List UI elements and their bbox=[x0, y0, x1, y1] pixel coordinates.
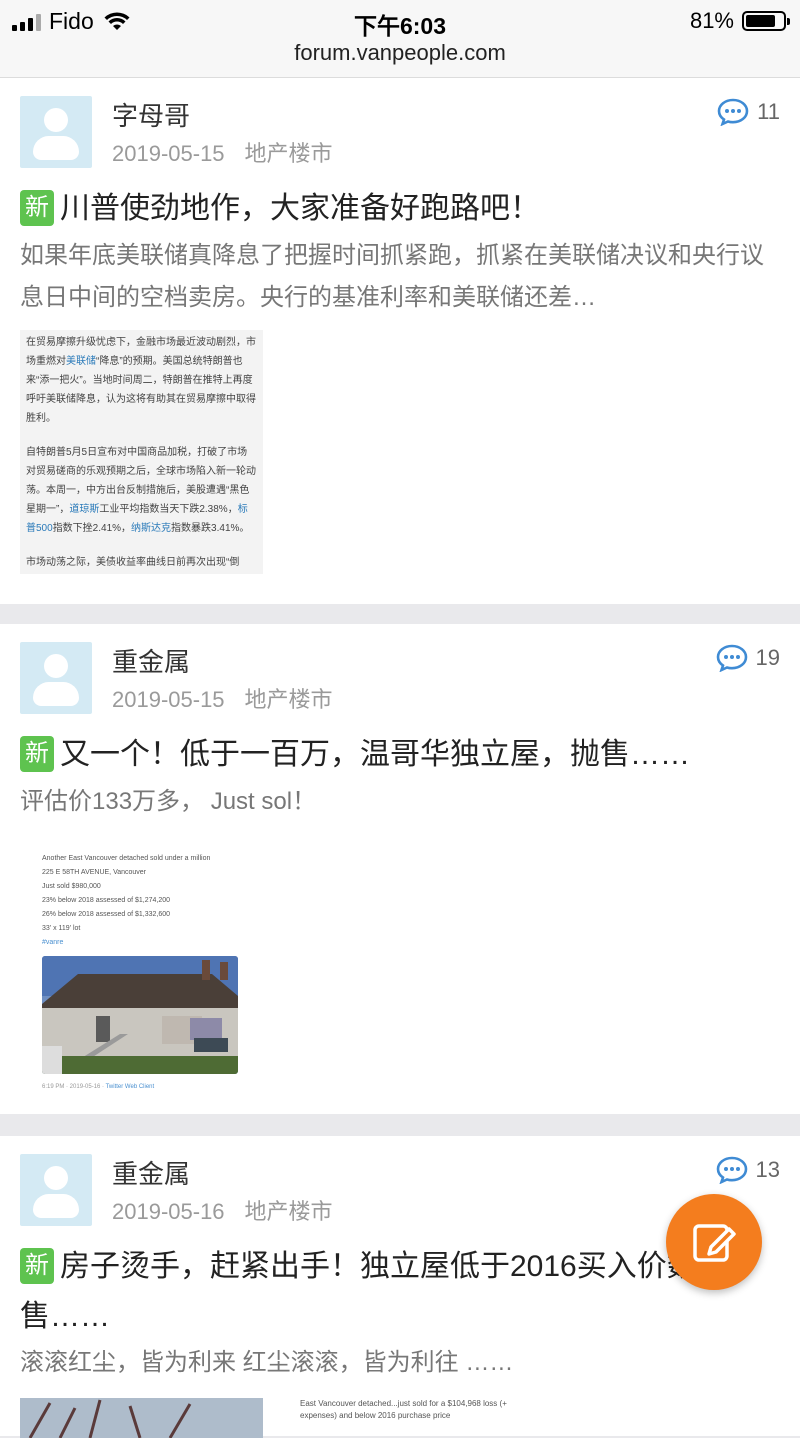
tweet-time: 6:19 PM · 2019-05-16 · bbox=[42, 1084, 106, 1090]
comment-count-value: 19 bbox=[755, 645, 780, 670]
post-date: 2019-05-15 bbox=[112, 687, 225, 712]
post-card[interactable]: 重金属 2019-05-15 地产楼市 19 新又一个！低于一百万，温哥华独立屋，… bbox=[0, 624, 800, 1114]
thumbnail-photo bbox=[20, 1398, 263, 1438]
status-time: 下午6:03 bbox=[353, 13, 447, 39]
post-card[interactable]: 重金属 2019-05-16 地产楼市 13 新房子烫手，赶紧出手！独立屋低于20… bbox=[0, 1136, 800, 1438]
post-title-text: 房子烫手，赶紧出手！独立屋低于2016买入价数抛售…… bbox=[20, 1250, 727, 1333]
post-thumbnail[interactable]: 在贸易摩擦升级忧虑下，金融市场最近波动剧烈，市场重燃对美联储“降息”的预期。美国… bbox=[20, 330, 263, 574]
comment-count[interactable]: 13 bbox=[716, 1156, 780, 1184]
tweet-line: 225 E 58TH AVENUE, Vancouver bbox=[42, 869, 147, 876]
new-badge: 新 bbox=[20, 190, 54, 226]
battery-icon bbox=[742, 11, 790, 31]
post-title[interactable]: 新又一个！低于一百万，温哥华独立屋，抛售…… bbox=[20, 730, 784, 780]
comment-count[interactable]: 19 bbox=[716, 644, 780, 672]
thumb-link: 道琼斯 bbox=[69, 504, 100, 515]
thumb-text-2d: 指数暴跌3.41%。 bbox=[171, 523, 250, 534]
post-card[interactable]: 字母哥 2019-05-15 地产楼市 11 新川普使劲地作，大家准备好跑路吧！ … bbox=[0, 78, 800, 604]
battery-fill bbox=[746, 15, 776, 27]
tweet-line: 23% below 2018 assessed of $1,274,200 bbox=[42, 897, 171, 904]
comment-bubble-icon bbox=[716, 1156, 747, 1184]
new-badge: 新 bbox=[20, 1248, 54, 1284]
tweet-line: 33' x 119' lot bbox=[42, 925, 81, 932]
thumb-text-2c: 指数下挫2.41%， bbox=[52, 523, 132, 534]
status-right: 81% bbox=[689, 8, 790, 34]
post-title[interactable]: 新川普使劲地作，大家准备好跑路吧！ bbox=[20, 184, 784, 234]
browser-status-bar: Fido 下午6:03 forum.vanpeople.com 81% bbox=[0, 0, 800, 78]
post-author[interactable]: 字母哥 bbox=[112, 96, 190, 133]
post-title-text: 又一个！低于一百万，温哥华独立屋，抛售…… bbox=[60, 738, 690, 771]
user-avatar-icon[interactable] bbox=[20, 642, 92, 714]
new-badge: 新 bbox=[20, 736, 54, 772]
post-category[interactable]: 地产楼市 bbox=[245, 141, 333, 166]
tweet-client: Twitter Web Client bbox=[105, 1084, 155, 1090]
user-avatar-icon[interactable] bbox=[20, 1154, 92, 1226]
post-meta: 2019-05-15 地产楼市 bbox=[112, 682, 333, 714]
thumbnail-article-text: 在贸易摩擦升级忧虑下，金融市场最近波动剧烈，市场重燃对美联储“降息”的预期。美国… bbox=[20, 330, 263, 574]
post-author[interactable]: 重金属 bbox=[112, 1154, 190, 1191]
battery-percent: 81% bbox=[689, 8, 734, 33]
compose-edit-icon bbox=[693, 1224, 736, 1262]
comment-count[interactable]: 11 bbox=[717, 98, 780, 126]
post-excerpt: 如果年底美联储真降息了把握时间抓紧跑，抓紧在美联储决议和央行议息日中间的空档卖房… bbox=[20, 242, 764, 311]
comment-bubble-icon bbox=[717, 98, 749, 126]
thumb-link: 纳斯达克 bbox=[131, 523, 172, 534]
post-thumbnail[interactable] bbox=[20, 1398, 263, 1438]
second-thumbnail-text: East Vancouver detached...just sold for … bbox=[290, 1398, 530, 1422]
post-date: 2019-05-15 bbox=[112, 141, 225, 166]
comment-bubble-icon bbox=[716, 644, 747, 672]
tweet-line: Just sold $980,000 bbox=[42, 883, 101, 890]
post-meta: 2019-05-15 地产楼市 bbox=[112, 136, 333, 168]
post-category[interactable]: 地产楼市 bbox=[245, 687, 333, 712]
tweet-line: 26% below 2018 assessed of $1,332,600 bbox=[42, 911, 171, 918]
post-date: 2019-05-16 bbox=[112, 1199, 225, 1224]
thumb-text-3: 市场动荡之际，美债收益率曲线日前再次出现“倒 bbox=[26, 557, 240, 568]
post-excerpt: 滚滚红尘，皆为利来 红尘滚滚，皆为利往 …… bbox=[20, 1349, 514, 1376]
user-avatar-icon[interactable] bbox=[20, 96, 92, 168]
tweet-screenshot: Another East Vancouver detached sold und… bbox=[20, 842, 263, 1092]
post-meta: 2019-05-16 地产楼市 bbox=[112, 1194, 333, 1226]
post-thumbnail[interactable]: Another East Vancouver detached sold und… bbox=[20, 842, 263, 1092]
tweet-line: Another East Vancouver detached sold und… bbox=[42, 855, 211, 862]
post-category[interactable]: 地产楼市 bbox=[245, 1199, 333, 1224]
comment-count-value: 11 bbox=[757, 99, 780, 124]
post-author[interactable]: 重金属 bbox=[112, 642, 190, 679]
comment-count-value: 13 bbox=[755, 1157, 780, 1182]
tweet-footer: 6:19 PM · 2019-05-16 · Twitter Web Clien… bbox=[42, 1080, 259, 1092]
thumb-text-2b: 工业平均指数当天下跌2.38%， bbox=[99, 504, 238, 515]
house-photo bbox=[42, 956, 238, 1074]
compose-button[interactable] bbox=[666, 1194, 762, 1290]
tweet-hashtag: #vanre bbox=[42, 939, 64, 946]
address-bar-url[interactable]: forum.vanpeople.com bbox=[0, 40, 800, 66]
post-excerpt: 评估价133万多， Just sol！ bbox=[20, 788, 317, 815]
post-title-text: 川普使劲地作，大家准备好跑路吧！ bbox=[60, 192, 540, 225]
thumb-link: 美联储 bbox=[66, 356, 96, 367]
